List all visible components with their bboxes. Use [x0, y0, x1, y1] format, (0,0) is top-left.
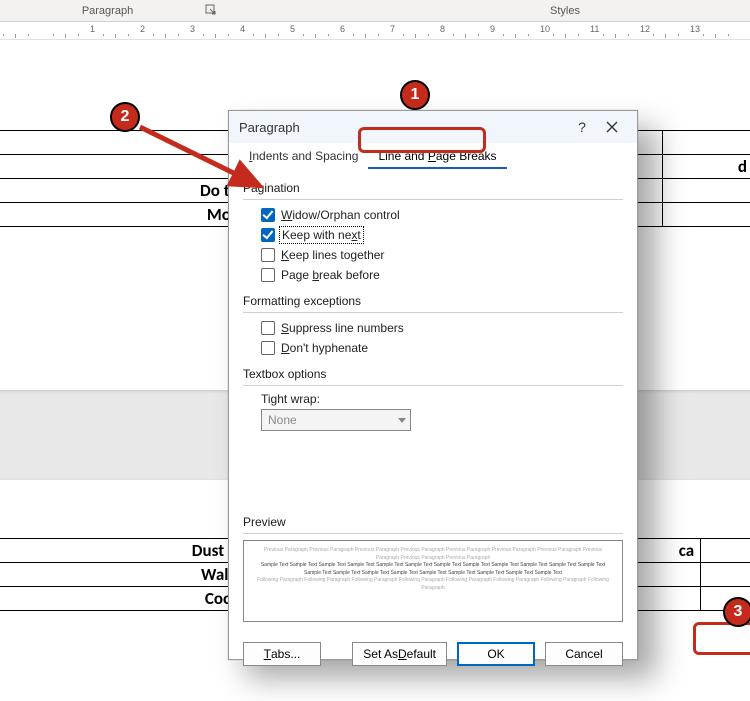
- paragraph-dialog-launcher-icon[interactable]: [204, 3, 218, 17]
- tabs-button[interactable]: Tabs...: [243, 642, 321, 666]
- combo-value: None: [268, 413, 297, 427]
- cell[interactable]: d: [663, 155, 750, 179]
- ruler-number: 2: [140, 24, 145, 34]
- divider: [243, 312, 623, 313]
- checkbox-icon: [261, 208, 275, 222]
- preview-label: Preview: [243, 515, 623, 529]
- divider: [243, 385, 623, 386]
- dialog-body: Pagination Widow/Orphan control Keep wit…: [229, 169, 637, 632]
- cancel-button[interactable]: Cancel: [545, 642, 623, 666]
- ribbon-group-label: Styles: [550, 5, 580, 17]
- pagination-group-label: Pagination: [243, 181, 623, 195]
- ruler-number: 13: [690, 24, 700, 34]
- annotation-marker-1: 1: [400, 80, 430, 110]
- document-canvas: 3 d Do the shopping Mow the lawn Dust th…: [0, 40, 750, 701]
- ruler-number: 3: [190, 24, 195, 34]
- set-as-default-button[interactable]: Set As Default: [352, 642, 447, 666]
- checkbox-suppress-line-numbers[interactable]: Suppress line numbers: [261, 319, 623, 337]
- ruler-number: 8: [440, 24, 445, 34]
- horizontal-ruler[interactable]: 2112345678910111213: [0, 22, 750, 40]
- annotation-marker-2: 2: [110, 102, 140, 132]
- annotation-arrow: [135, 122, 275, 205]
- checkbox-keep-lines-together[interactable]: Keep lines together: [261, 246, 623, 264]
- checkbox-widow-orphan[interactable]: Widow/Orphan control: [261, 206, 623, 224]
- preview-box: Previous Paragraph Previous Paragraph Pr…: [243, 540, 623, 622]
- ribbon-group-paragraph: Paragraph: [0, 0, 215, 21]
- formatting-exceptions-label: Formatting exceptions: [243, 294, 623, 308]
- ribbon-groups: Paragraph Styles: [0, 0, 750, 22]
- ribbon-group-styles: Styles: [355, 0, 750, 21]
- divider: [243, 533, 623, 534]
- checkbox-keep-with-next[interactable]: Keep with next: [261, 226, 623, 244]
- checkbox-page-break-before[interactable]: Page break before: [261, 266, 623, 284]
- close-icon: [606, 121, 618, 133]
- ribbon-group-label: Paragraph: [82, 5, 133, 17]
- preview-following-text: Following Paragraph Following Paragraph …: [252, 577, 614, 592]
- paragraph-dialog: Paragraph ? Indents and Spacing Line and…: [228, 110, 638, 660]
- ruler-number: 7: [390, 24, 395, 34]
- tight-wrap-combo[interactable]: None: [261, 409, 411, 431]
- divider: [243, 199, 623, 200]
- ruler-number: 1: [90, 24, 95, 34]
- ruler-number: 11: [590, 24, 599, 34]
- ruler-number: 6: [340, 24, 345, 34]
- ruler-number: 9: [490, 24, 495, 34]
- checkbox-icon: [261, 228, 275, 242]
- checkbox-icon: [261, 248, 275, 262]
- help-button[interactable]: ?: [567, 113, 597, 141]
- checkbox-icon: [261, 341, 275, 355]
- ruler-number: 10: [540, 24, 550, 34]
- checkbox-dont-hyphenate[interactable]: Don't hyphenate: [261, 339, 623, 357]
- chevron-down-icon: [398, 418, 406, 423]
- annotation-marker-3: 3: [723, 597, 750, 627]
- checkbox-icon: [261, 268, 275, 282]
- ruler-number: 12: [640, 24, 650, 34]
- tab-line-page-breaks[interactable]: Line and Page Breaks: [368, 144, 506, 169]
- dialog-button-row: Tabs... Set As Default OK Cancel: [229, 632, 637, 678]
- tight-wrap-label: Tight wrap:: [261, 392, 623, 406]
- dialog-tabs: Indents and Spacing Line and Page Breaks: [229, 143, 637, 169]
- close-button[interactable]: [597, 113, 627, 141]
- ruler-number: 5: [290, 24, 295, 34]
- ok-button[interactable]: OK: [457, 642, 535, 666]
- dialog-titlebar[interactable]: Paragraph ?: [229, 111, 637, 143]
- textbox-options-label: Textbox options: [243, 367, 623, 381]
- preview-sample-text: Sample Text Sample Text Sample Text Samp…: [252, 562, 614, 577]
- ruler-number: 4: [240, 24, 245, 34]
- checkbox-icon: [261, 321, 275, 335]
- preview-previous-text: Previous Paragraph Previous Paragraph Pr…: [252, 547, 614, 562]
